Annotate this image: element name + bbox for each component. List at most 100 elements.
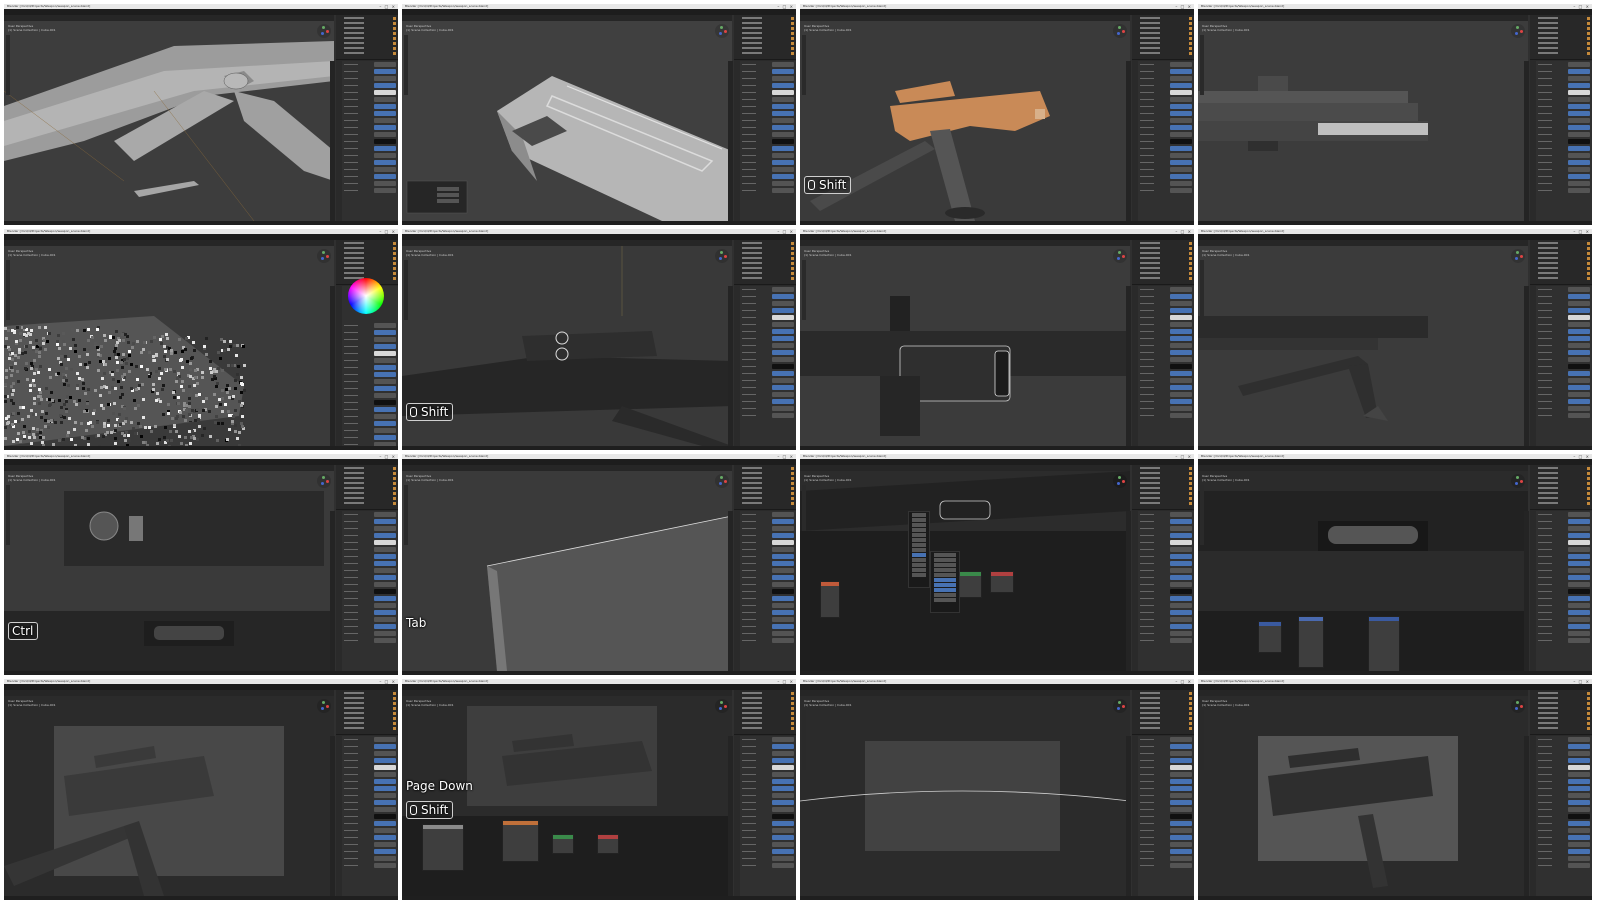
property-row[interactable] [1538,568,1590,574]
properties-panel[interactable] [740,61,796,221]
property-field[interactable] [772,737,794,742]
property-row[interactable] [742,125,794,131]
visibility-icon[interactable] [1189,466,1192,470]
outliner-row[interactable] [1140,706,1192,710]
outliner-row[interactable] [742,46,794,50]
property-field[interactable] [1170,167,1192,172]
property-field[interactable] [772,842,794,847]
property-row[interactable] [1140,83,1192,89]
property-row[interactable] [742,533,794,539]
outliner-row[interactable] [1538,476,1590,480]
property-field[interactable] [1568,371,1590,376]
property-row[interactable] [344,111,396,117]
outliner-row[interactable] [344,246,396,250]
visibility-icon[interactable] [1189,491,1192,495]
outliner-row[interactable] [344,706,396,710]
visibility-icon[interactable] [791,51,794,55]
property-field[interactable] [772,336,794,341]
property-field[interactable] [374,69,396,74]
visibility-icon[interactable] [1189,726,1192,730]
outliner-row[interactable] [1538,246,1590,250]
property-field[interactable] [1568,336,1590,341]
outliner-panel[interactable] [1530,690,1592,735]
navigation-gizmo-icon[interactable] [715,24,729,38]
property-row[interactable] [1140,596,1192,602]
visibility-icon[interactable] [1587,31,1590,35]
property-row[interactable] [742,160,794,166]
property-field[interactable] [772,772,794,777]
property-row[interactable] [344,97,396,103]
property-row[interactable] [1538,758,1590,764]
property-row[interactable] [742,371,794,377]
property-row[interactable] [344,856,396,862]
outliner-row[interactable] [1538,471,1590,475]
property-field[interactable] [772,322,794,327]
property-row[interactable] [742,399,794,405]
property-field[interactable] [772,343,794,348]
property-row[interactable] [344,800,396,806]
outliner-row[interactable] [1538,41,1590,45]
property-field[interactable] [772,568,794,573]
property-field[interactable] [374,596,396,601]
property-row[interactable] [344,758,396,764]
property-field[interactable] [1170,343,1192,348]
property-row[interactable] [742,104,794,110]
property-row[interactable] [1538,287,1590,293]
3d-viewport[interactable]: User Perspective (1) Scene Collection | C… [800,471,1130,671]
property-field[interactable] [772,357,794,362]
property-field[interactable] [374,842,396,847]
outliner-row[interactable] [1538,691,1590,695]
property-row[interactable] [344,540,396,546]
outliner-row[interactable] [1140,51,1192,55]
property-row[interactable] [1140,167,1192,173]
property-field[interactable] [1170,301,1192,306]
property-field[interactable] [1170,610,1192,615]
property-field[interactable] [374,744,396,749]
outliner-row[interactable] [742,276,794,280]
outliner-row[interactable] [742,496,794,500]
property-row[interactable] [1140,554,1192,560]
outliner-row[interactable] [742,691,794,695]
property-row[interactable] [1140,582,1192,588]
property-row[interactable] [344,814,396,820]
visibility-icon[interactable] [393,466,396,470]
property-field[interactable] [772,554,794,559]
property-field[interactable] [1170,772,1192,777]
property-field[interactable] [374,400,396,405]
toolbar[interactable] [1200,260,1204,320]
property-field[interactable] [374,428,396,433]
property-field[interactable] [1170,322,1192,327]
property-field[interactable] [772,329,794,334]
property-row[interactable] [1140,575,1192,581]
property-row[interactable] [344,400,396,406]
property-row[interactable] [742,392,794,398]
property-field[interactable] [772,617,794,622]
property-field[interactable] [1170,582,1192,587]
property-row[interactable] [344,849,396,855]
property-field[interactable] [1170,392,1192,397]
property-field[interactable] [374,160,396,165]
property-row[interactable] [742,90,794,96]
outliner-row[interactable] [1140,41,1192,45]
navigation-gizmo-icon[interactable] [715,474,729,488]
property-field[interactable] [1170,512,1192,517]
property-field[interactable] [772,512,794,517]
outliner-row[interactable] [1538,266,1590,270]
toolbar[interactable] [802,260,806,320]
property-row[interactable] [742,744,794,750]
property-field[interactable] [1170,287,1192,292]
property-field[interactable] [374,125,396,130]
visibility-icon[interactable] [791,701,794,705]
property-field[interactable] [374,188,396,193]
visibility-icon[interactable] [791,481,794,485]
property-row[interactable] [344,435,396,441]
property-row[interactable] [1140,90,1192,96]
property-row[interactable] [742,568,794,574]
property-row[interactable] [344,344,396,350]
visibility-icon[interactable] [791,256,794,260]
outliner-row[interactable] [742,711,794,715]
3d-viewport[interactable]: User Perspective (1) Scene Collection | C… [4,471,334,671]
property-row[interactable] [1538,828,1590,834]
outliner-row[interactable] [1140,21,1192,25]
outliner-panel[interactable] [1132,15,1194,60]
